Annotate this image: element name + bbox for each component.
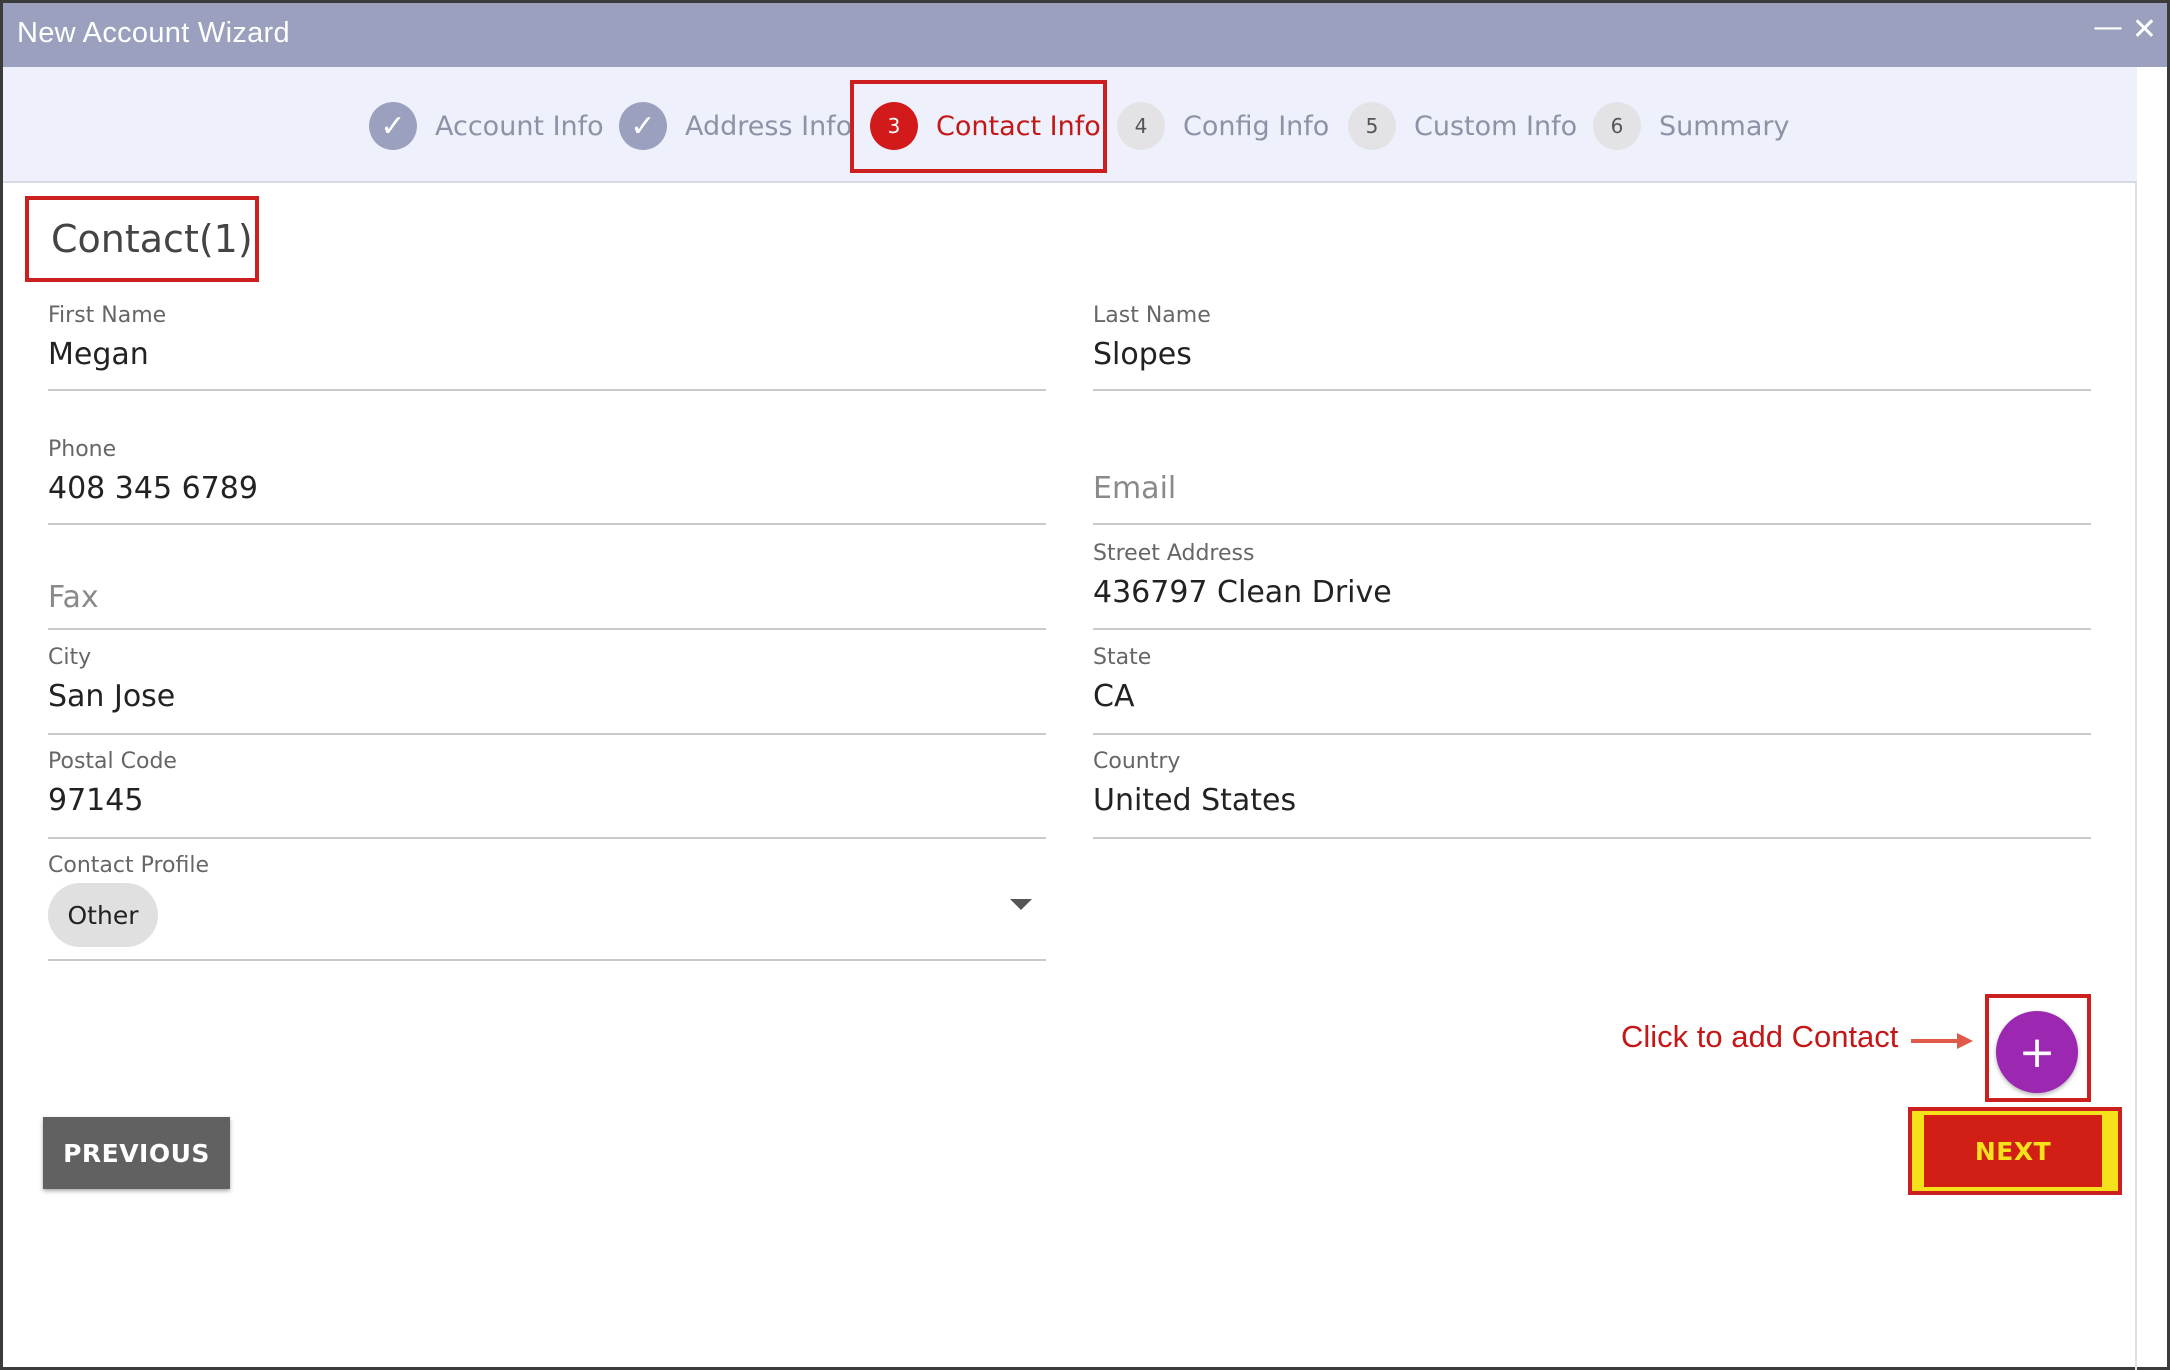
field-label: Country: [1093, 749, 1181, 774]
content-divider: [2135, 183, 2137, 1370]
step-config-info[interactable]: 4 Config Info: [1117, 101, 1329, 151]
field-value: 408 345 6789: [48, 471, 258, 506]
contact-profile-select[interactable]: Contact Profile Other: [48, 849, 1046, 961]
chevron-down-icon[interactable]: [1010, 899, 1032, 910]
active-step-highlight: [850, 80, 1107, 173]
add-contact-annotation: Click to add Contact: [1621, 1019, 1899, 1054]
field-placeholder: Email: [1093, 471, 1177, 506]
field-label: Last Name: [1093, 303, 1211, 328]
state-field[interactable]: State CA: [1093, 641, 2091, 735]
step-custom-info[interactable]: 5 Custom Info: [1348, 101, 1577, 151]
step-number: 5: [1348, 102, 1396, 150]
close-icon[interactable]: ✕: [2132, 15, 2157, 45]
field-label: City: [48, 645, 92, 670]
fax-field[interactable]: Fax: [48, 573, 1046, 630]
next-button[interactable]: NEXT: [1924, 1115, 2102, 1187]
first-name-field[interactable]: First Name Megan: [48, 299, 1046, 391]
step-label: Address Info: [685, 110, 853, 142]
postal-code-field[interactable]: Postal Code 97145: [48, 745, 1046, 839]
step-label: Summary: [1659, 110, 1790, 142]
field-label: Phone: [48, 437, 117, 462]
field-value: Megan: [48, 337, 149, 372]
step-account-info[interactable]: ✓ Account Info: [369, 101, 604, 151]
field-label: Postal Code: [48, 749, 177, 774]
country-field[interactable]: Country United States: [1093, 745, 2091, 839]
field-label: First Name: [48, 303, 167, 328]
field-label: Contact Profile: [48, 853, 209, 878]
step-address-info[interactable]: ✓ Address Info: [619, 101, 852, 151]
step-number: 4: [1117, 102, 1165, 150]
arrow-right-icon: [1911, 1033, 1973, 1049]
field-value: United States: [1093, 783, 1297, 818]
field-placeholder: Fax: [48, 580, 99, 615]
check-icon: ✓: [619, 102, 667, 150]
email-field[interactable]: Email: [1093, 463, 2091, 525]
field-value: San Jose: [48, 679, 176, 714]
phone-field[interactable]: Phone 408 345 6789: [48, 433, 1046, 525]
field-value: CA: [1093, 679, 1135, 714]
minimize-icon[interactable]: —: [2093, 13, 2123, 43]
street-address-field[interactable]: Street Address 436797 Clean Drive: [1093, 537, 2091, 630]
wizard-stepper: ✓ Account Info ✓ Address Info 3 Contact …: [3, 67, 2137, 183]
step-label: Custom Info: [1414, 110, 1578, 142]
previous-button[interactable]: PREVIOUS: [43, 1117, 230, 1189]
last-name-field[interactable]: Last Name Slopes: [1093, 299, 2091, 391]
section-title: Contact(1): [25, 196, 259, 282]
field-value: 436797 Clean Drive: [1093, 575, 1392, 610]
add-contact-button[interactable]: +: [1996, 1011, 2078, 1093]
step-number: 6: [1593, 102, 1641, 150]
step-summary[interactable]: 6 Summary: [1593, 101, 1789, 151]
wizard-window: New Account Wizard — ✕ ✓ Account Info ✓ …: [0, 0, 2170, 1370]
title-bar: New Account Wizard — ✕: [3, 3, 2167, 67]
contact-profile-chip[interactable]: Other: [48, 883, 158, 947]
check-icon: ✓: [369, 102, 417, 150]
step-label: Config Info: [1183, 110, 1330, 142]
field-value: Slopes: [1093, 337, 1192, 372]
step-label: Account Info: [435, 110, 604, 142]
city-field[interactable]: City San Jose: [48, 641, 1046, 735]
window-title: New Account Wizard: [17, 17, 290, 49]
field-value: 97145: [48, 783, 144, 818]
field-label: State: [1093, 645, 1152, 670]
field-label: Street Address: [1093, 541, 1255, 566]
